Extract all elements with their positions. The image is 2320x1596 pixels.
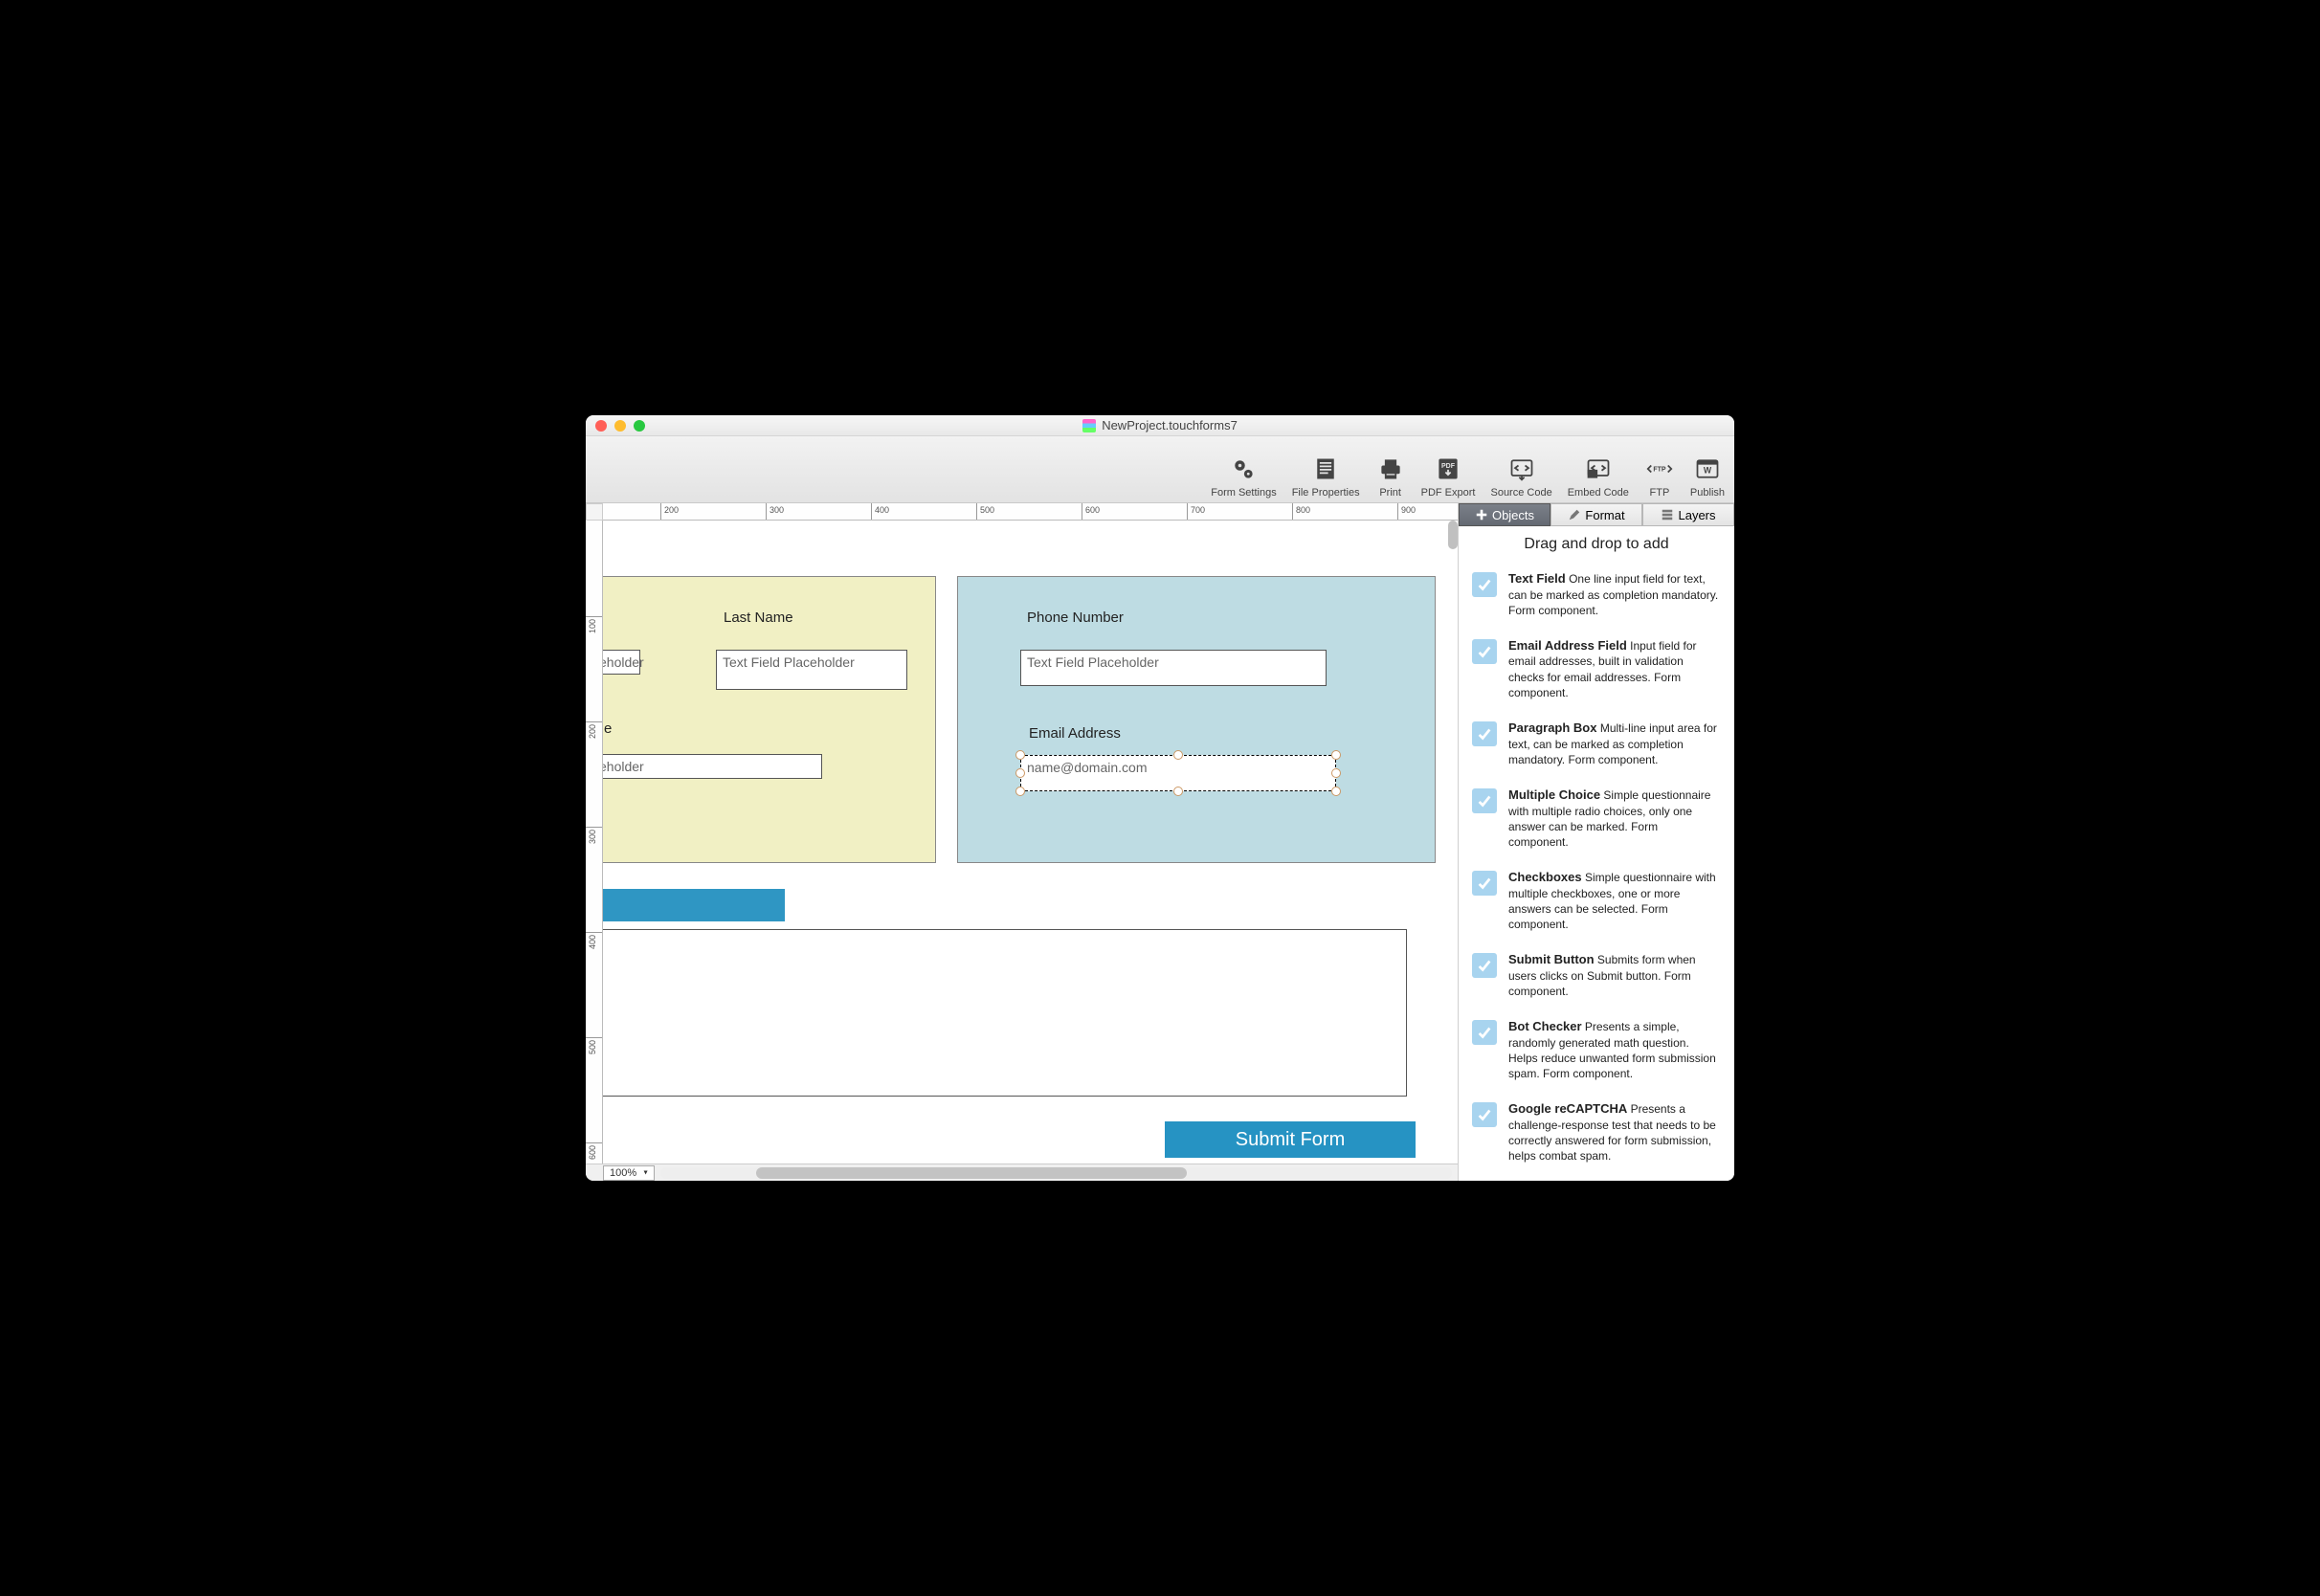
canvas-area: 200 300 400 500 600 700 800 900 100 200 … [586, 503, 1459, 1181]
canvas-footer: 100% [586, 1164, 1458, 1181]
layers-icon [1661, 508, 1674, 521]
check-icon [1472, 871, 1497, 896]
phone-number-label: Phone Number [1027, 610, 1124, 626]
horizontal-scroll-thumb[interactable] [756, 1167, 1187, 1179]
vertical-scrollbar[interactable] [1448, 521, 1458, 549]
object-item-bot-checker[interactable]: Bot Checker Presents a simple, randomly … [1459, 1009, 1734, 1091]
gears-icon [1228, 454, 1259, 484]
resize-handle-s[interactable] [1173, 787, 1183, 796]
object-item-submit-button[interactable]: Submit Button Submits form when users cl… [1459, 942, 1734, 1009]
resize-handle-w[interactable] [1015, 768, 1025, 778]
print-button[interactable]: Print [1375, 454, 1406, 499]
app-window: NewProject.touchforms7 Form Settings Fil… [586, 415, 1734, 1181]
check-icon [1472, 788, 1497, 813]
inspector-title: Drag and drop to add [1459, 526, 1734, 561]
window-title-text: NewProject.touchforms7 [1102, 418, 1238, 432]
svg-text:PDF: PDF [1441, 463, 1456, 470]
object-item-paragraph-box[interactable]: Paragraph Box Multi-line input area for … [1459, 710, 1734, 777]
partial-label-e: e [604, 720, 612, 737]
editor-body: 200 300 400 500 600 700 800 900 100 200 … [586, 503, 1734, 1181]
titlebar: NewProject.touchforms7 [586, 415, 1734, 436]
printer-icon [1375, 454, 1406, 484]
email-address-label: Email Address [1029, 725, 1121, 742]
check-icon [1472, 639, 1497, 664]
pencil-icon [1568, 508, 1581, 521]
resize-handle-e[interactable] [1331, 768, 1341, 778]
check-icon [1472, 1102, 1497, 1127]
phone-number-input[interactable]: Text Field Placeholder [1020, 650, 1327, 686]
canvas-viewport[interactable]: Last Name eholder Text Field Placeholder… [603, 521, 1458, 1164]
submit-form-button[interactable]: Submit Form [1165, 1121, 1416, 1158]
horizontal-ruler[interactable]: 200 300 400 500 600 700 800 900 [603, 503, 1458, 521]
object-item-email-address-field[interactable]: Email Address Field Input field for emai… [1459, 628, 1734, 710]
object-item-multiple-choice[interactable]: Multiple Choice Simple questionnaire wit… [1459, 777, 1734, 859]
blue-panel[interactable]: Phone Number Text Field Placeholder Emai… [957, 576, 1436, 863]
last-name-label: Last Name [724, 610, 793, 626]
pdf-export-button[interactable]: PDF PDF Export [1421, 454, 1476, 499]
horizontal-scrollbar[interactable] [660, 1167, 1452, 1179]
ftp-button[interactable]: FTP FTP [1644, 454, 1675, 499]
tab-format[interactable]: Format [1550, 503, 1642, 526]
tab-layers[interactable]: Layers [1642, 503, 1734, 526]
check-icon [1472, 1020, 1497, 1045]
object-item-google-recaptcha[interactable]: Google reCAPTCHA Presents a challenge-re… [1459, 1091, 1734, 1173]
zoom-selector[interactable]: 100% [603, 1165, 655, 1181]
svg-text:W: W [1704, 465, 1712, 475]
check-icon [1472, 721, 1497, 746]
resize-handle-n[interactable] [1173, 750, 1183, 760]
objects-list: Text Field One line input field for text… [1459, 561, 1734, 1181]
paragraph-box[interactable] [603, 929, 1407, 1097]
source-code-button[interactable]: Source Code [1490, 454, 1551, 499]
ftp-icon: FTP [1644, 454, 1675, 484]
plus-icon [1475, 508, 1488, 521]
check-icon [1472, 572, 1497, 597]
object-item-checkboxes[interactable]: Checkboxes Simple questionnaire with mul… [1459, 859, 1734, 942]
blue-rectangle[interactable] [603, 889, 785, 921]
vertical-ruler[interactable]: 100 200 300 400 500 600 [586, 521, 603, 1164]
check-icon [1472, 953, 1497, 978]
document-lines-icon [1310, 454, 1341, 484]
resize-handle-sw[interactable] [1015, 787, 1025, 796]
form-settings-button[interactable]: Form Settings [1211, 454, 1276, 499]
svg-text:FTP: FTP [1653, 467, 1666, 474]
file-properties-button[interactable]: File Properties [1292, 454, 1360, 499]
text-input-partial-left[interactable]: eholder [603, 650, 640, 675]
ruler-corner [586, 503, 603, 521]
embed-code-button[interactable]: Embed Code [1568, 454, 1629, 499]
pdf-icon: PDF [1433, 454, 1463, 484]
embed-icon [1583, 454, 1614, 484]
publish-button[interactable]: W Publish [1690, 454, 1725, 499]
yellow-panel[interactable]: Last Name eholder Text Field Placeholder… [603, 576, 936, 863]
inspector-tabs: Objects Format Layers [1459, 503, 1734, 526]
tab-objects[interactable]: Objects [1459, 503, 1550, 526]
text-input-partial-bottom[interactable]: eholder [603, 754, 822, 779]
publish-icon: W [1692, 454, 1723, 484]
document-icon [1082, 419, 1096, 432]
object-item-text-field[interactable]: Text Field One line input field for text… [1459, 561, 1734, 628]
toolbar: Form Settings File Properties Print PDF … [586, 436, 1734, 503]
resize-handle-ne[interactable] [1331, 750, 1341, 760]
inspector-panel: Objects Format Layers Drag and drop to a… [1459, 503, 1734, 1181]
code-icon [1506, 454, 1537, 484]
resize-handle-nw[interactable] [1015, 750, 1025, 760]
window-title: NewProject.touchforms7 [586, 418, 1734, 432]
last-name-input[interactable]: Text Field Placeholder [716, 650, 907, 690]
resize-handle-se[interactable] [1331, 787, 1341, 796]
